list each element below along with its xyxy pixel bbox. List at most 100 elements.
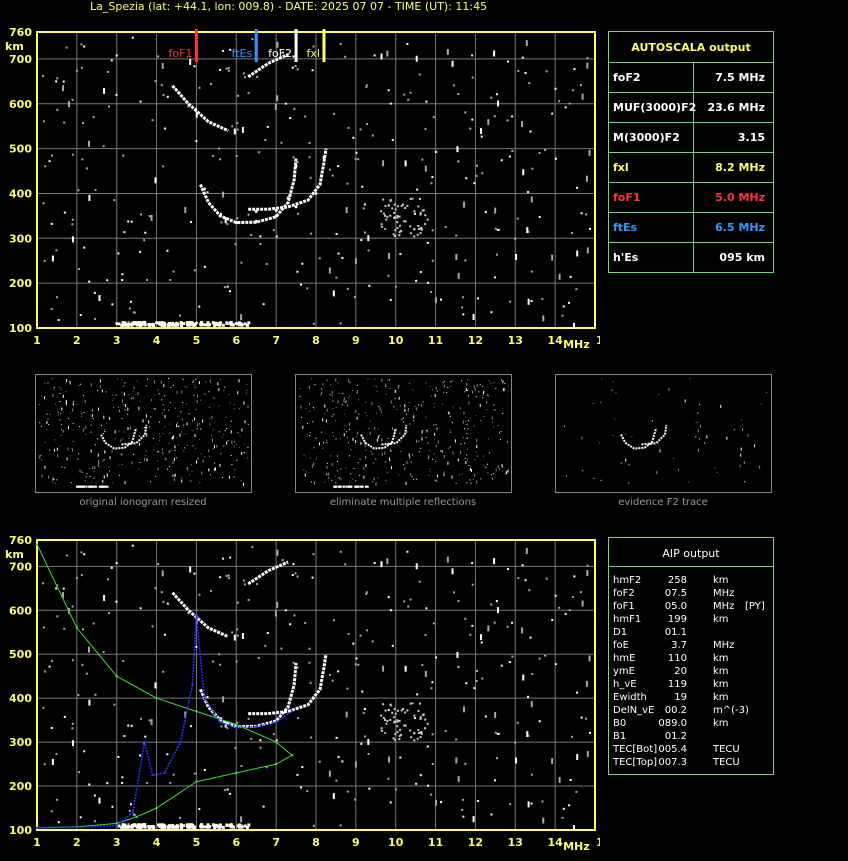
autoscala-row: M(3000)F2 3.15: [609, 122, 773, 153]
noise-dot: [456, 651, 459, 658]
thumb-noise: [441, 450, 443, 454]
autoscala-label: M(3000)F2: [613, 131, 680, 144]
noise-dot: [380, 729, 383, 732]
thumb-noise: [193, 394, 195, 396]
thumb-noise: [355, 409, 357, 413]
trace-point: [255, 725, 258, 728]
thumb-e-layer: [350, 485, 353, 488]
noise-dot: [421, 158, 424, 161]
thumb-noise: [337, 455, 339, 457]
thumb-noise: [102, 433, 104, 435]
noise-dot: [222, 696, 225, 703]
aip-unit: TECU: [713, 744, 740, 755]
thumb-noise: [401, 418, 403, 420]
noise-dot: [558, 606, 561, 609]
thumb-noise: [209, 406, 211, 408]
x-tick-label: 8: [312, 836, 320, 849]
thumb-noise: [373, 477, 375, 481]
noise-dot: [146, 278, 149, 281]
e-layer-dot: [171, 321, 175, 325]
noise-dot: [500, 159, 503, 162]
thumb-noise: [60, 413, 62, 415]
thumb-trace: [641, 424, 668, 446]
noise-dot: [409, 729, 412, 732]
noise-dot: [464, 259, 467, 262]
noise-dot: [311, 69, 314, 72]
noise-dot: [472, 313, 475, 320]
noise-dot: [48, 160, 51, 163]
thumb-noise: [220, 379, 222, 381]
noise-dot: [387, 777, 390, 780]
thumb-noise: [422, 401, 424, 403]
noise-dot: [508, 155, 511, 158]
data-point: [294, 165, 298, 169]
noise-dot: [367, 738, 370, 745]
thumb-noise: [169, 465, 171, 467]
noise-dot: [154, 587, 157, 590]
noise-dot: [85, 672, 88, 675]
noise-dot: [257, 656, 260, 659]
aip-value: 01.2: [664, 731, 687, 742]
profile-point: [274, 740, 278, 744]
thumb-noise: [200, 428, 202, 430]
noise-dot: [426, 722, 429, 725]
thumb-noise: [164, 395, 166, 397]
noise-dot: [128, 307, 131, 310]
thumb-noise: [343, 413, 345, 415]
thumb-noise: [413, 415, 415, 419]
thumb-noise: [149, 426, 151, 428]
thumb-noise: [82, 428, 84, 432]
thumb-noise: [466, 432, 468, 434]
thumb-noise: [462, 436, 464, 438]
noise-dot: [102, 650, 105, 653]
thumb-noise: [699, 438, 701, 440]
thumb-noise: [482, 394, 484, 396]
thumb-noise: [39, 403, 41, 405]
thumb-noise: [651, 420, 653, 422]
noise-dot: [250, 737, 253, 740]
noise-dot: [103, 88, 106, 95]
noise-dot: [77, 189, 80, 192]
noise-dot: [341, 760, 344, 763]
e-layer-dot: [121, 823, 125, 827]
noise-dot: [385, 218, 388, 221]
thumb-noise: [695, 422, 697, 424]
noise-dot: [404, 160, 407, 167]
noise-dot: [127, 220, 130, 223]
noise-dot: [573, 824, 576, 831]
thumb-noise: [336, 470, 338, 472]
thumb-noise: [363, 475, 365, 479]
noise-dot: [457, 272, 460, 279]
noise-dot: [531, 672, 534, 675]
thumb-noise: [326, 379, 328, 381]
thumb-noise: [125, 403, 127, 407]
thumb-noise: [318, 442, 320, 446]
thumb-noise: [656, 470, 658, 474]
noise-dot: [121, 279, 124, 282]
thumb-noise: [582, 470, 584, 472]
thumb-noise: [412, 454, 414, 456]
noise-dot: [190, 220, 193, 223]
thumb-noise: [89, 476, 91, 478]
noise-dot: [554, 87, 557, 90]
noise-dot: [455, 757, 458, 764]
noise-dot: [203, 265, 206, 268]
noise-dot: [225, 574, 228, 577]
noise-dot: [113, 199, 116, 202]
thumb-noise: [181, 390, 183, 394]
noise-dot: [339, 42, 342, 45]
noise-dot: [259, 242, 262, 245]
thumb-noise: [377, 477, 379, 479]
thumb-trace: [620, 427, 658, 450]
thumb-noise: [315, 458, 317, 460]
thumb-noise: [221, 477, 223, 479]
noise-dot: [389, 609, 392, 612]
thumb-noise: [400, 441, 402, 443]
autoscala-panel: AUTOSCALA output foF2 7.5 MHz MUF(3000)F2 2…: [608, 31, 774, 273]
thumb-noise: [168, 409, 170, 411]
noise-dot: [551, 619, 554, 622]
noise-dot: [63, 121, 66, 124]
y-tick-label: 200: [9, 780, 32, 793]
thumbnail-original: [35, 374, 252, 493]
noise-dot: [387, 274, 390, 277]
